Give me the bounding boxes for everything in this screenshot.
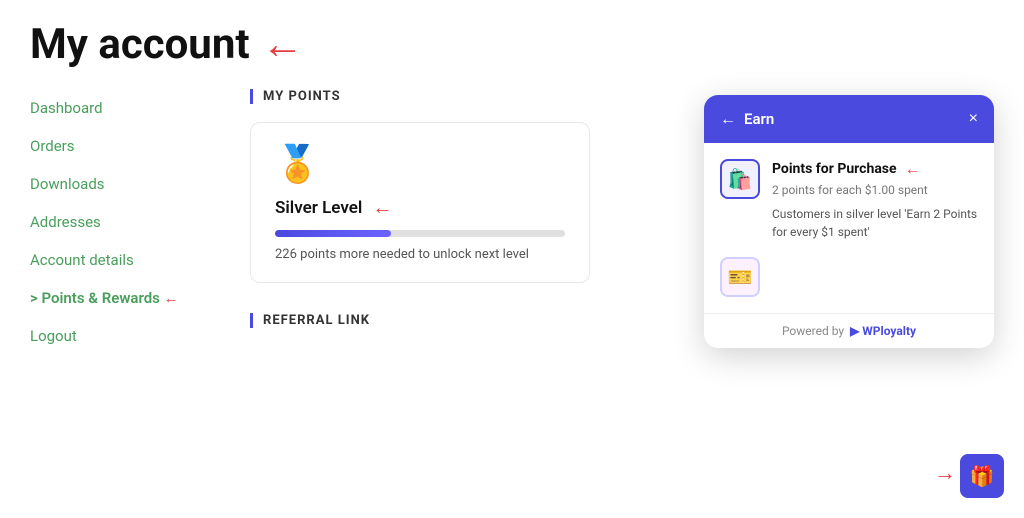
medal-icon: 🏅 <box>275 143 565 185</box>
sidebar-item-points-rewards[interactable]: > Points & Rewards ← <box>30 279 230 317</box>
earn-popup-header-left: ← Earn <box>720 109 774 129</box>
level-row: Silver Level ← <box>275 195 565 220</box>
page-title-area: My account ← <box>30 20 994 69</box>
earn-item-subtitle: 2 points for each $1.00 spent <box>772 183 978 197</box>
level-arrow-icon: ← <box>372 195 392 220</box>
footer-powered-by: Powered by <box>782 324 844 338</box>
earn-item-text: Points for Purchase ← 2 points for each … <box>772 159 978 241</box>
earn-item-desc: Customers in silver level 'Earn 2 Points… <box>772 205 978 241</box>
title-arrow-icon: ← <box>262 20 304 69</box>
earn-popup: ← Earn × 🛍️ Points for Purchase ← 2 poin… <box>704 95 994 348</box>
earn-title: Earn <box>744 110 774 128</box>
points-rewards-arrow: ← <box>164 289 179 307</box>
earn-popup-header: ← Earn × <box>704 95 994 143</box>
earn-item-arrow-icon: ← <box>905 159 921 179</box>
earn-item-2: 🎫 <box>720 257 978 297</box>
earn-purchase-icon: 🛍️ <box>720 159 760 199</box>
earn-item2-icon: 🎫 <box>720 257 760 297</box>
wployalty-logo: ▶ WPloyalty <box>850 324 916 338</box>
sidebar-item-orders[interactable]: Orders <box>30 127 230 165</box>
earn-close-button[interactable]: × <box>969 111 978 127</box>
page-title: My account <box>30 20 250 69</box>
sidebar: Dashboard Orders Downloads Addresses Acc… <box>30 89 230 498</box>
earn-item-purchase: 🛍️ Points for Purchase ← 2 points for ea… <box>720 159 978 241</box>
earn-item-title-row: Points for Purchase ← <box>772 159 978 179</box>
points-note: 226 points more needed to unlock next le… <box>275 247 565 262</box>
earn-item-title: Points for Purchase <box>772 161 897 177</box>
points-card: 🏅 Silver Level ← 226 points more needed … <box>250 122 590 283</box>
sidebar-item-dashboard[interactable]: Dashboard <box>30 89 230 127</box>
gift-icon: 🎁 <box>970 464 995 488</box>
sidebar-item-downloads[interactable]: Downloads <box>30 165 230 203</box>
sidebar-item-account-details[interactable]: Account details <box>30 241 230 279</box>
progress-bar-bg <box>275 230 565 237</box>
gift-button[interactable]: 🎁 <box>960 454 1004 498</box>
progress-bar-fill <box>275 230 391 237</box>
sidebar-item-logout[interactable]: Logout <box>30 317 230 355</box>
earn-popup-footer: Powered by ▶ WPloyalty <box>704 313 994 348</box>
gift-arrow-icon: → <box>934 460 956 486</box>
sidebar-item-addresses[interactable]: Addresses <box>30 203 230 241</box>
earn-back-arrow[interactable]: ← <box>720 109 736 129</box>
earn-popup-body: 🛍️ Points for Purchase ← 2 points for ea… <box>704 143 994 313</box>
level-label: Silver Level <box>275 198 362 218</box>
